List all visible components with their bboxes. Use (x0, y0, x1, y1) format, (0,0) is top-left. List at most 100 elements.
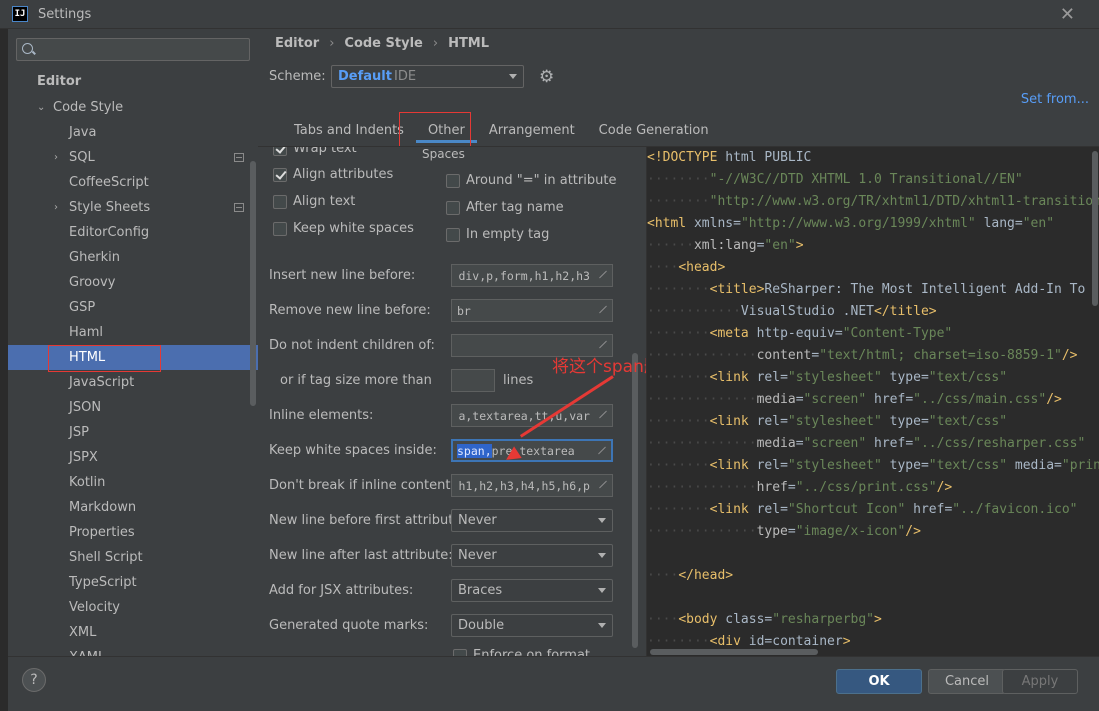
tree-item-markdown[interactable]: Markdown (8, 495, 258, 520)
dont-break-field[interactable]: h1,h2,h3,h4,h5,h6,p (451, 474, 613, 497)
chevron-down-icon (598, 518, 606, 523)
tree-item-properties[interactable]: Properties (8, 520, 258, 545)
tree-item-coffeescript[interactable]: CoffeeScript (8, 170, 258, 195)
dialog-button-bar: ? OK Cancel Apply (8, 656, 1099, 711)
tree-item-xml[interactable]: XML (8, 620, 258, 645)
code-preview[interactable]: <!DOCTYPE html PUBLIC ········"-//W3C//DT… (646, 147, 1099, 657)
checkbox-box (446, 227, 460, 242)
tree-item-json[interactable]: JSON (8, 395, 258, 420)
remove-new-line-field[interactable]: br (451, 299, 613, 322)
chevron-down-icon (598, 623, 606, 628)
annotation-text: 将这个span删掉 (552, 357, 646, 377)
tab-tabs-and-indents[interactable]: Tabs and Indents (282, 119, 416, 143)
tree-item-kotlin[interactable]: Kotlin (8, 470, 258, 495)
gear-icon[interactable]: ⚙ (539, 67, 554, 87)
align-text-checkbox[interactable]: Align text (273, 194, 355, 209)
breadcrumb-separator: › (432, 36, 439, 51)
inline-elements-field[interactable]: a,textarea,tt,u,var (451, 404, 613, 427)
tree-item-label: Code Style (53, 100, 124, 115)
close-icon[interactable]: ✕ (1060, 4, 1075, 25)
jsx-attributes-select[interactable]: Braces (451, 579, 613, 602)
code-line: ····<head> (647, 260, 726, 275)
wrap-text-checkbox[interactable]: Wrap text (273, 147, 357, 156)
after-tag-name-checkbox[interactable]: After tag name (446, 200, 564, 215)
tree-item-typescript[interactable]: TypeScript (8, 570, 258, 595)
html-highlight-box (48, 345, 161, 372)
expand-icon[interactable] (597, 270, 607, 280)
set-from-link[interactable]: Set from... (1021, 92, 1089, 107)
tree-item-gherkin[interactable]: Gherkin (8, 245, 258, 270)
chevron-down-icon (509, 74, 517, 79)
expand-icon[interactable] (597, 340, 607, 350)
breadcrumb-code-style[interactable]: Code Style (344, 36, 422, 51)
chevron-down-icon: ⌄ (37, 102, 46, 113)
preview-horizontal-scrollbar[interactable] (650, 649, 818, 655)
around-eq-checkbox[interactable]: Around "=" in attribute (446, 173, 616, 188)
inline-elements-label: Inline elements: (269, 408, 374, 423)
in-empty-tag-checkbox[interactable]: In empty tag (446, 227, 549, 242)
help-button[interactable]: ? (22, 668, 46, 692)
expand-icon[interactable] (596, 446, 606, 456)
tree-item-velocity[interactable]: Velocity (8, 595, 258, 620)
scheme-settings-icon (234, 153, 244, 162)
apply-button[interactable]: Apply (1002, 669, 1078, 694)
tree-item-java[interactable]: Java (8, 120, 258, 145)
tree-item-javascript[interactable]: JavaScript (8, 370, 258, 395)
code-line: ············VisualStudio .NET</title> (647, 304, 937, 319)
nl-first-attr-select[interactable]: Never (451, 509, 613, 532)
expand-icon[interactable] (597, 410, 607, 420)
field-value: h1,h2,h3,h4,h5,h6,p (458, 479, 590, 493)
code-line: ········<link rel="stylesheet" type="tex… (647, 414, 1008, 429)
nl-last-attr-select[interactable]: Never (451, 544, 613, 567)
checkbox-label: Align text (293, 194, 356, 209)
preview-vertical-scrollbar[interactable] (1092, 151, 1098, 306)
tree-item-jsp[interactable]: JSP (8, 420, 258, 445)
ok-button[interactable]: OK (836, 669, 922, 694)
scheme-settings-icon (234, 203, 244, 212)
tree-scrollbar[interactable] (250, 161, 256, 406)
tag-size-field[interactable] (451, 369, 495, 392)
quote-marks-label: Generated quote marks: (269, 618, 429, 633)
keep-ws-inside-field[interactable]: span,pre,textarea (451, 439, 613, 462)
tree-item-jspx[interactable]: JSPX (8, 445, 258, 470)
tree-item-xaml[interactable]: XAML (8, 645, 258, 656)
cancel-button[interactable]: Cancel (928, 669, 1006, 694)
code-line: ········<link rel="Shortcut Icon" href="… (647, 502, 1078, 517)
scheme-label: Scheme: (269, 69, 326, 84)
scheme-select[interactable]: Default IDE (331, 65, 524, 88)
settings-dialog: Editor ⌄ Code Style Java › SQL CoffeeScr… (8, 29, 1099, 711)
spaces-group-title: Spaces (422, 147, 465, 161)
tree-section-editor[interactable]: Editor (8, 69, 258, 94)
insert-new-line-field[interactable]: div,p,form,h1,h2,h3 (451, 264, 613, 287)
tree-item-style-sheets[interactable]: › Style Sheets (8, 195, 258, 220)
checkbox-box (273, 147, 287, 156)
tree-item-gsp[interactable]: GSP (8, 295, 258, 320)
options-panel: Wrap text Align attributes Align text Ke… (258, 147, 646, 657)
tag-size-label: or if tag size more than (280, 373, 432, 388)
search-input[interactable] (16, 38, 250, 61)
expand-icon[interactable] (597, 480, 607, 490)
checkbox-box (273, 167, 287, 182)
search-icon (22, 43, 33, 54)
code-line: ··············content="text/html; charse… (647, 348, 1078, 363)
tab-arrangement[interactable]: Arrangement (477, 119, 587, 143)
tree-item-code-style[interactable]: ⌄ Code Style (8, 95, 258, 120)
tree-item-editorconfig[interactable]: EditorConfig (8, 220, 258, 245)
tree-item-label: SQL (69, 150, 95, 165)
tree-item-groovy[interactable]: Groovy (8, 270, 258, 295)
tree-item-haml[interactable]: Haml (8, 320, 258, 345)
keep-white-spaces-checkbox[interactable]: Keep white spaces (273, 221, 414, 236)
tree-item-sql[interactable]: › SQL (8, 145, 258, 170)
code-line: ········<link rel="stylesheet" type="tex… (647, 370, 1008, 385)
scheme-type: IDE (394, 69, 417, 84)
expand-icon[interactable] (597, 305, 607, 315)
tree-item-shell-script[interactable]: Shell Script (8, 545, 258, 570)
tab-code-generation[interactable]: Code Generation (587, 119, 721, 143)
align-attributes-checkbox[interactable]: Align attributes (273, 167, 393, 182)
options-scrollbar[interactable] (632, 353, 638, 648)
code-line: ········"-//W3C//DTD XHTML 1.0 Transitio… (647, 172, 1023, 187)
quote-marks-select[interactable]: Double (451, 614, 613, 637)
breadcrumb-editor[interactable]: Editor (275, 36, 319, 51)
select-value: Double (458, 618, 505, 633)
